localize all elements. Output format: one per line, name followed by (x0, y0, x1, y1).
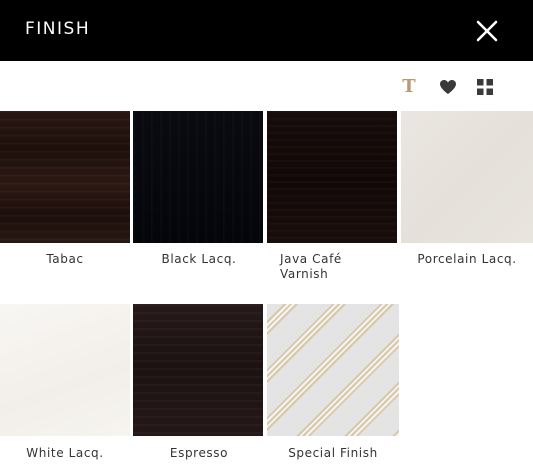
grid-view-icon[interactable] (475, 77, 495, 97)
view-toolbar: T (0, 61, 533, 111)
swatch-label-java-cafe-varnish: Java Café Varnish (280, 252, 342, 281)
swatch-espresso[interactable] (133, 304, 263, 436)
text-icon-glyph: T (402, 76, 416, 97)
swatch-label-white-lacq: White Lacq. (26, 446, 104, 460)
swatch-label-special-finish: Special Finish (288, 446, 378, 460)
heart-icon[interactable] (438, 77, 458, 97)
swatch-label-espresso: Espresso (169, 446, 229, 460)
finish-header: FINISH (0, 0, 533, 61)
page-title: FINISH (25, 19, 91, 39)
swatch-tabac[interactable] (0, 111, 130, 243)
swatch-label-black-lacq: Black Lacq. (161, 252, 237, 266)
text-view-icon[interactable]: T (399, 77, 419, 97)
swatch-black-lacq[interactable] (133, 111, 263, 243)
swatch-label-porcelain-lacq: Porcelain Lacq. (417, 252, 517, 266)
close-icon[interactable] (474, 18, 500, 44)
swatch-white-lacq[interactable] (0, 304, 130, 436)
swatch-special-finish[interactable] (267, 304, 399, 436)
swatch-java-cafe-varnish[interactable] (267, 111, 397, 243)
swatch-label-tabac: Tabac (46, 252, 84, 266)
swatch-porcelain-lacq[interactable] (401, 111, 533, 243)
